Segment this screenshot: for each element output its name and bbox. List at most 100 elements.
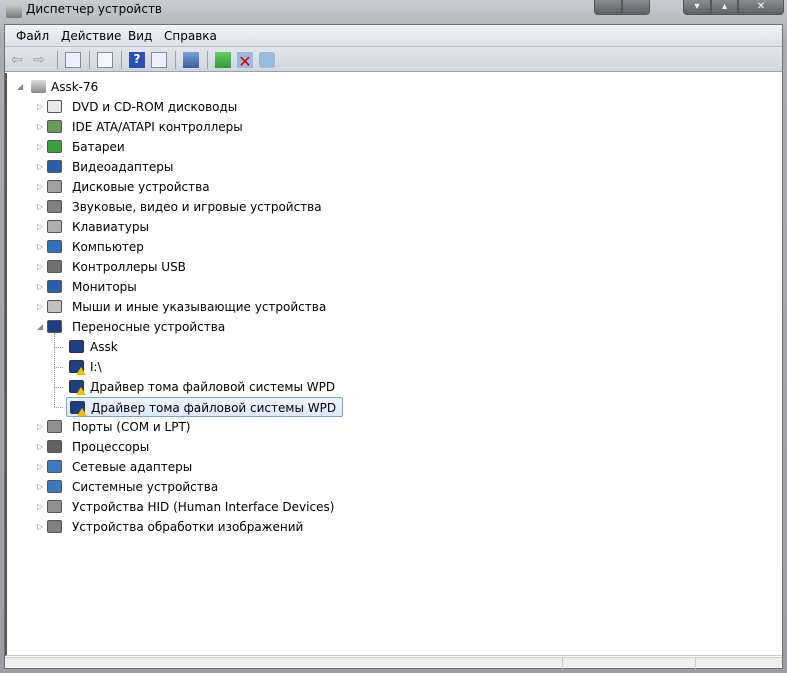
menu-file[interactable]: Файл xyxy=(16,29,49,43)
collapse-arrow-icon[interactable]: ◢ xyxy=(37,317,45,337)
category-label: Компьютер xyxy=(72,240,144,254)
tree-line xyxy=(54,347,63,348)
close-button[interactable]: ✕ xyxy=(738,0,784,15)
portable-device-icon xyxy=(69,340,84,353)
separator xyxy=(121,51,122,69)
category-label: Звуковые, видео и игровые устройства xyxy=(72,200,322,214)
warning-icon xyxy=(76,387,86,395)
action-pane-icon[interactable] xyxy=(151,52,167,68)
camera-icon xyxy=(47,520,62,533)
console-tree-icon[interactable] xyxy=(65,52,81,68)
menu-bar: Файл Действие Вид Справка xyxy=(5,25,782,47)
menu-help[interactable]: Справка xyxy=(164,29,217,43)
monitor-icon xyxy=(47,280,62,293)
tree-line xyxy=(54,387,63,388)
portable-device-icon xyxy=(69,380,86,395)
properties-icon[interactable] xyxy=(97,52,113,68)
category-label: Мыши и иные указывающие устройства xyxy=(72,300,327,314)
status-bar xyxy=(5,657,782,669)
expand-arrow-icon[interactable]: ▷ xyxy=(37,117,45,137)
uninstall-icon[interactable]: ✕ xyxy=(237,52,253,71)
device-label: Драйвер тома файловой системы WPD xyxy=(90,380,336,394)
device-label: Драйвер тома файловой системы WPD xyxy=(91,401,337,415)
category-label: Мониторы xyxy=(72,280,137,294)
menu-view[interactable]: Вид xyxy=(128,29,152,43)
expand-arrow-icon[interactable]: ▷ xyxy=(37,457,45,477)
menu-action[interactable]: Действие xyxy=(61,29,121,43)
category-label: Видеоадаптеры xyxy=(72,160,174,174)
expand-arrow-icon[interactable]: ▷ xyxy=(37,497,45,517)
category-label: Системные устройства xyxy=(72,480,219,494)
category-label: Переносные устройства xyxy=(72,320,226,334)
scan-hardware-icon[interactable] xyxy=(183,52,199,68)
category-label: Дисковые устройства xyxy=(72,180,210,194)
network-icon xyxy=(47,460,62,473)
expand-arrow-icon[interactable]: ▷ xyxy=(37,257,45,277)
minimize-button[interactable]: ▾ xyxy=(683,0,711,15)
expand-arrow-icon[interactable]: ▷ xyxy=(37,277,45,297)
category-label: Контроллеры USB xyxy=(72,260,186,274)
forward-icon[interactable]: ⇨ xyxy=(33,52,49,68)
expand-arrow-icon[interactable]: ▷ xyxy=(37,477,45,497)
category-label: DVD и CD-ROM дисководы xyxy=(72,100,238,114)
system-icon xyxy=(47,480,62,493)
expand-arrow-icon[interactable]: ▷ xyxy=(37,197,45,217)
category-label: Порты (COM и LPT) xyxy=(72,420,191,434)
hid-icon xyxy=(47,500,62,513)
aero-taskbar-button[interactable] xyxy=(594,0,622,15)
expand-arrow-icon[interactable]: ▷ xyxy=(37,137,45,157)
device-label: I:\ xyxy=(90,360,102,374)
display-adapter-icon xyxy=(47,160,62,173)
processor-icon xyxy=(47,440,62,453)
category-label: Устройства HID (Human Interface Devices) xyxy=(72,500,335,514)
separator xyxy=(57,51,58,69)
device-manager-icon xyxy=(6,4,22,18)
toolbar: ⇦ ⇨ ? ✕ xyxy=(5,47,782,72)
separator xyxy=(207,51,208,69)
expand-arrow-icon[interactable]: ▷ xyxy=(37,437,45,457)
expand-arrow-icon[interactable]: ▷ xyxy=(37,417,45,437)
port-icon xyxy=(47,420,62,433)
window: Диспетчер устройств ▾ ▴ ✕ Файл Действие … xyxy=(0,0,787,673)
maximize-button[interactable]: ▴ xyxy=(711,0,738,15)
collapse-arrow-icon[interactable]: ◢ xyxy=(17,77,25,97)
portable-device-icon xyxy=(69,360,86,375)
ide-icon xyxy=(47,120,62,133)
category-label: Клавиатуры xyxy=(72,220,149,234)
tree-line xyxy=(54,367,63,368)
category-label: Сетевые адаптеры xyxy=(72,460,193,474)
tree-item-selected[interactable]: Драйвер тома файловой системы WPD xyxy=(66,397,343,417)
separator xyxy=(175,51,176,69)
separator xyxy=(89,51,90,69)
client-area: Файл Действие Вид Справка ⇦ ⇨ ? ✕ ◢ Assk… xyxy=(4,24,783,669)
category-label: Процессоры xyxy=(72,440,150,454)
warning-icon xyxy=(76,367,86,375)
expand-arrow-icon[interactable]: ▷ xyxy=(37,237,45,257)
keyboard-icon xyxy=(47,220,62,233)
expand-arrow-icon[interactable]: ▷ xyxy=(37,297,45,317)
window-title: Диспетчер устройств xyxy=(26,2,163,16)
category-label: Устройства обработки изображений xyxy=(72,520,304,534)
computer-icon xyxy=(31,80,46,93)
back-icon[interactable]: ⇦ xyxy=(11,52,27,68)
expand-arrow-icon[interactable]: ▷ xyxy=(37,217,45,237)
battery-icon xyxy=(47,140,62,153)
portable-device-icon xyxy=(70,401,87,416)
category-label: Батареи xyxy=(72,140,125,154)
switch-windows-button[interactable] xyxy=(622,0,650,15)
disable-icon[interactable] xyxy=(259,52,275,68)
tree-line xyxy=(54,333,55,407)
mouse-icon xyxy=(47,300,62,313)
update-driver-icon[interactable] xyxy=(215,52,231,68)
portable-device-icon xyxy=(47,320,62,333)
expand-arrow-icon[interactable]: ▷ xyxy=(37,517,45,537)
usb-icon xyxy=(47,260,62,273)
help-icon[interactable]: ? xyxy=(129,52,145,68)
disk-icon xyxy=(47,180,62,193)
category-label: IDE ATA/ATAPI контроллеры xyxy=(72,120,243,134)
expand-arrow-icon[interactable]: ▷ xyxy=(37,177,45,197)
computer-icon xyxy=(47,240,62,253)
warning-icon xyxy=(77,408,87,416)
expand-arrow-icon[interactable]: ▷ xyxy=(37,97,45,117)
expand-arrow-icon[interactable]: ▷ xyxy=(37,157,45,177)
